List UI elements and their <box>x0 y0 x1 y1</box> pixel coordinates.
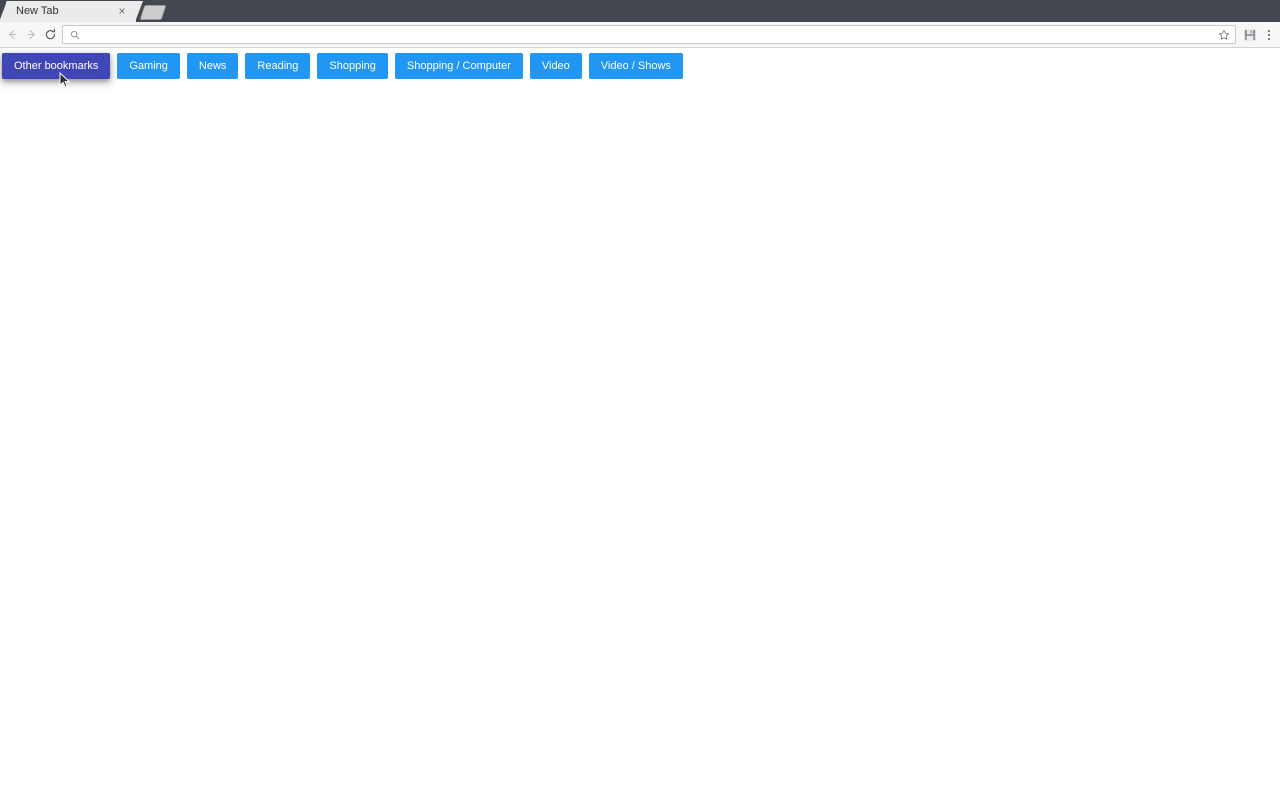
bookmark-folder-button-bar: Other bookmarks Gaming News Reading Shop… <box>0 48 690 79</box>
bookmark-button-shopping[interactable]: Shopping <box>317 53 388 79</box>
arrow-right-icon <box>27 29 35 40</box>
tab-title: New Tab <box>16 5 59 17</box>
address-bar[interactable] <box>62 25 1236 44</box>
tab-close-icon[interactable]: × <box>116 5 128 17</box>
extension-button[interactable] <box>1242 26 1258 43</box>
reload-icon <box>45 28 55 40</box>
bookmark-button-shopping-computer[interactable]: Shopping / Computer <box>394 53 523 79</box>
bookmark-button-reading[interactable]: Reading <box>245 53 311 79</box>
star-icon[interactable] <box>1217 28 1230 41</box>
bookmark-button-gaming[interactable]: Gaming <box>117 53 180 79</box>
menu-dot-icon <box>1268 37 1270 40</box>
chrome-menu-button[interactable] <box>1261 26 1277 43</box>
browser-tab[interactable]: New Tab × <box>0 1 143 22</box>
back-button[interactable] <box>2 22 22 47</box>
bookmark-button-other-bookmarks[interactable]: Other bookmarks <box>2 53 111 79</box>
floppy-disk-icon <box>1244 29 1256 40</box>
new-tab-button[interactable] <box>139 5 167 20</box>
reload-button[interactable] <box>40 22 60 47</box>
bookmark-button-video-shows[interactable]: Video / Shows <box>588 53 683 79</box>
page-content: Other bookmarks Gaming News Reading Shop… <box>0 48 1280 799</box>
browser-window: New Tab × Other bookmarks Gaming News Re… <box>0 0 1280 800</box>
address-bar-input[interactable] <box>80 27 1217 42</box>
search-icon <box>69 29 80 40</box>
forward-button[interactable] <box>21 22 41 47</box>
arrow-left-icon <box>8 29 16 40</box>
browser-toolbar <box>0 22 1280 48</box>
tab-strip: New Tab × <box>0 0 1280 22</box>
bookmark-button-video[interactable]: Video <box>529 53 582 79</box>
bookmark-button-news[interactable]: News <box>186 53 239 79</box>
menu-dot-icon <box>1268 33 1270 36</box>
menu-dot-icon <box>1268 29 1270 32</box>
